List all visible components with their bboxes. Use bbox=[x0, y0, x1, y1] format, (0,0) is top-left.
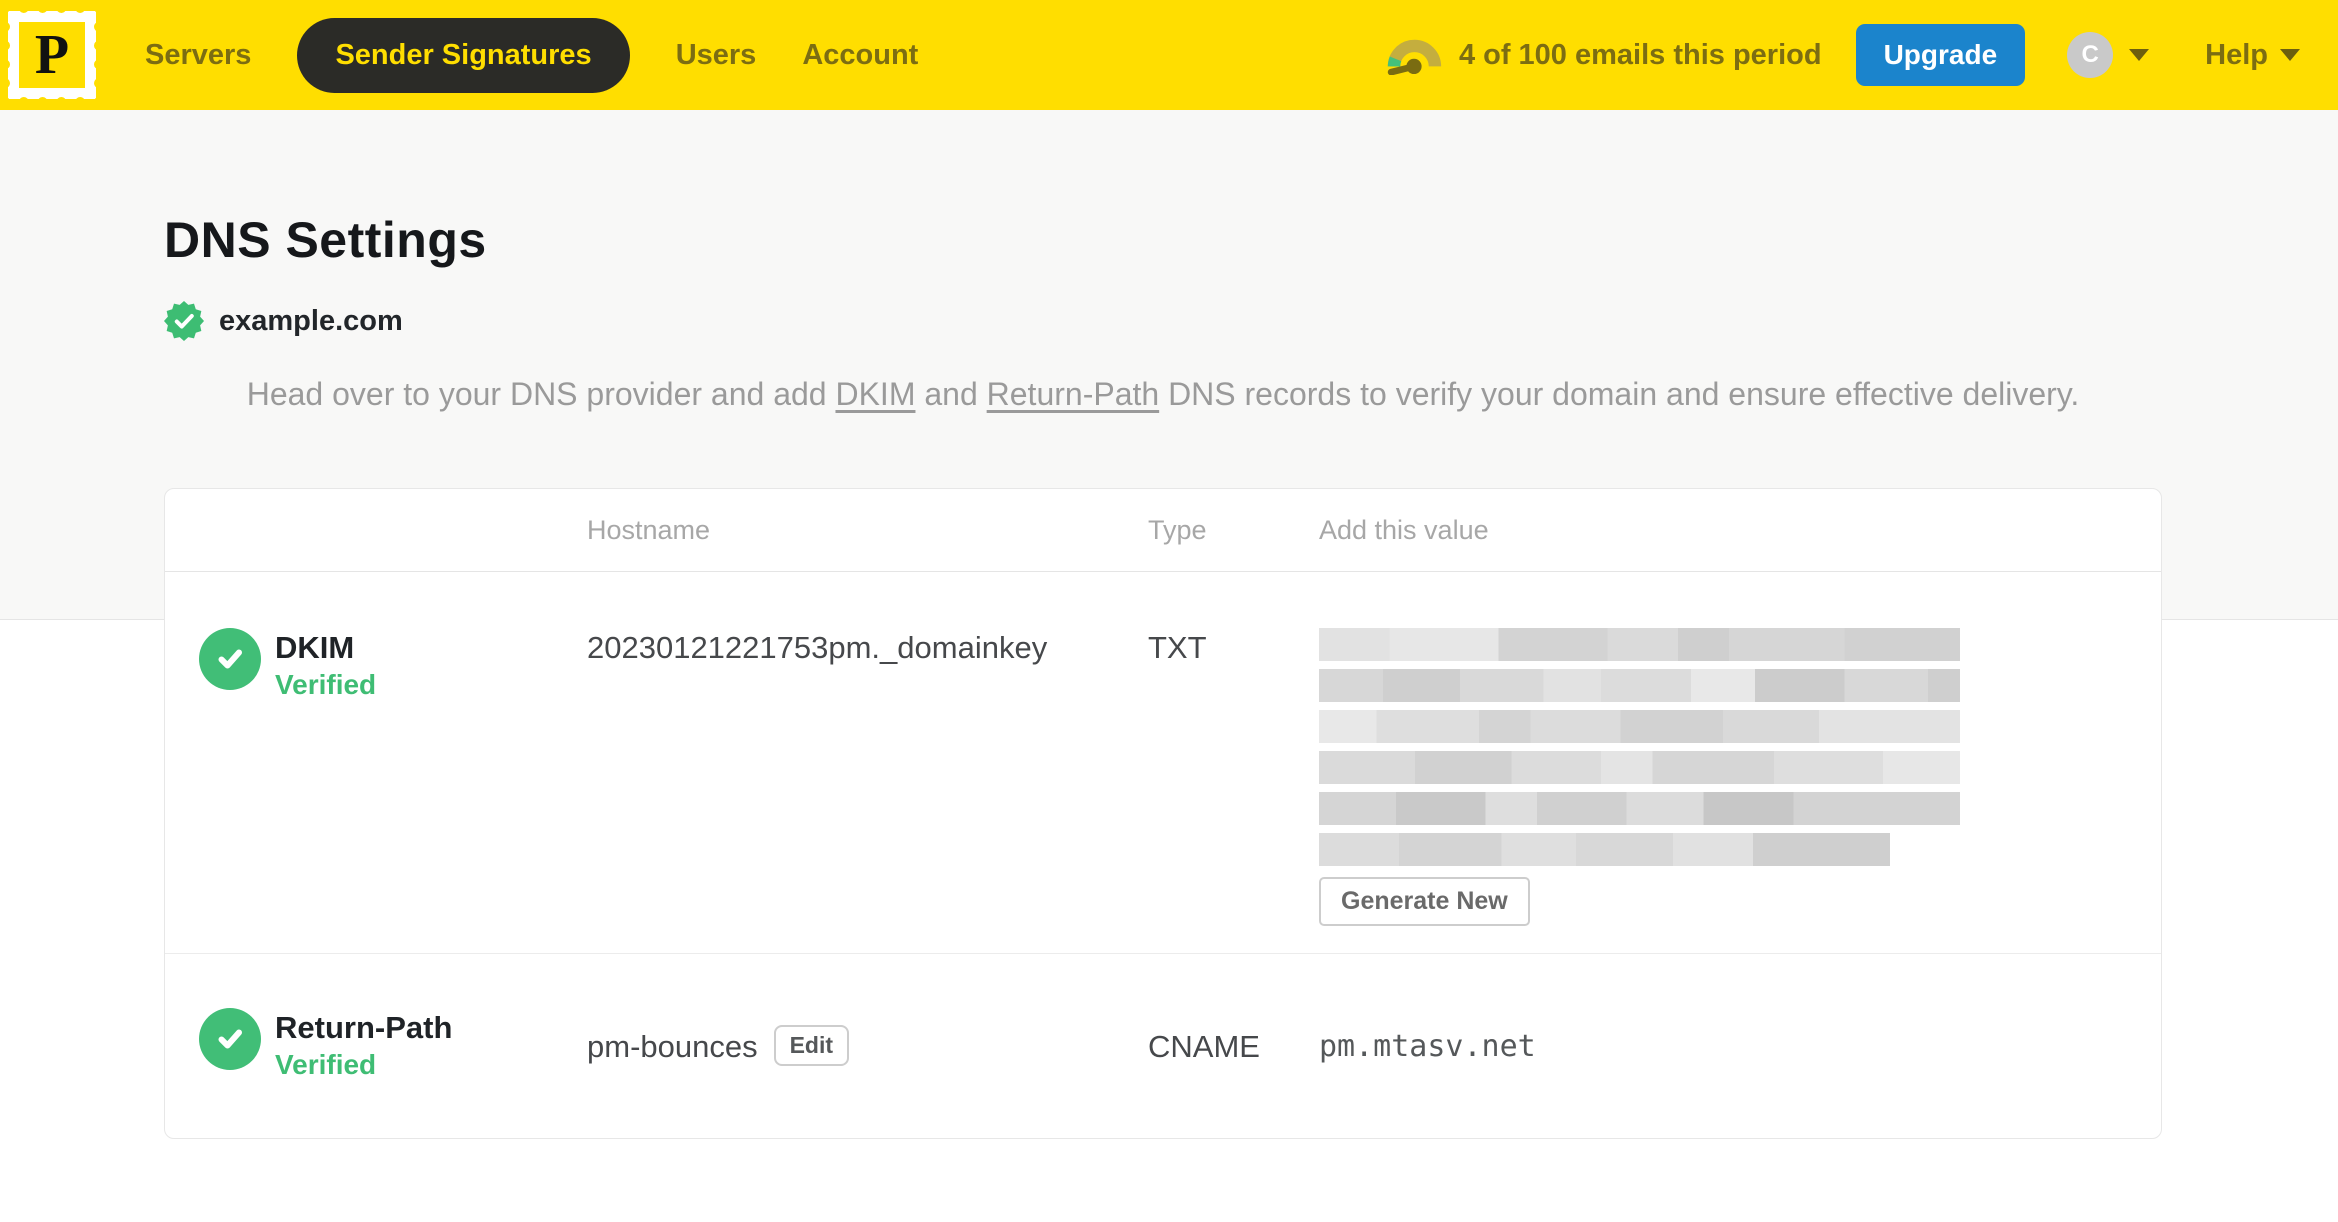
intro-part2: and bbox=[915, 376, 987, 412]
postmark-logo-letter: P bbox=[19, 22, 85, 88]
table-header-row: Hostname Type Add this value bbox=[165, 489, 2161, 572]
redacted-value-bar bbox=[1319, 751, 1960, 784]
verified-check-icon bbox=[199, 1008, 261, 1070]
nav-right-group: 4 of 100 emails this period Upgrade C He… bbox=[1385, 24, 2300, 86]
nav-item-sender-signatures[interactable]: Sender Signatures bbox=[297, 17, 630, 93]
avatar[interactable]: C bbox=[2067, 32, 2114, 78]
header-hostname: Hostname bbox=[587, 514, 711, 545]
verified-domain: example.com bbox=[164, 298, 2338, 344]
return-path-link[interactable]: Return-Path bbox=[987, 376, 1160, 412]
chevron-down-icon bbox=[2129, 49, 2150, 61]
redacted-value-bar bbox=[1319, 669, 1960, 702]
gauge-icon bbox=[1387, 39, 1442, 75]
domain-name: example.com bbox=[219, 304, 403, 337]
nav-item-users[interactable]: Users bbox=[676, 39, 757, 72]
table-row-return-path: Return-Path Verified pm-bounces Edit CNA… bbox=[165, 954, 2161, 1138]
verified-seal-icon bbox=[164, 301, 204, 341]
account-menu[interactable]: C bbox=[2067, 32, 2150, 78]
verified-check-icon bbox=[199, 628, 261, 690]
return-path-hostname: pm-bounces bbox=[587, 1028, 758, 1064]
record-name: DKIM bbox=[275, 630, 355, 665]
help-label: Help bbox=[2205, 38, 2268, 71]
help-menu[interactable]: Help bbox=[2205, 39, 2300, 72]
usage-text: 4 of 100 emails this period bbox=[1458, 38, 1822, 71]
upgrade-button[interactable]: Upgrade bbox=[1855, 24, 2026, 86]
intro-part1: Head over to your DNS provider and add bbox=[246, 376, 836, 412]
postmark-logo[interactable]: P bbox=[0, 3, 104, 107]
return-path-type: CNAME bbox=[1148, 1029, 1260, 1064]
usage-meter: 4 of 100 emails this period bbox=[1385, 35, 1822, 75]
dns-records-table: Hostname Type Add this value DKIM Verifi… bbox=[164, 488, 2162, 1139]
intro-part3: DNS records to verify your domain and en… bbox=[1159, 376, 2080, 412]
page-title: DNS Settings bbox=[164, 212, 487, 268]
nav-item-servers[interactable]: Servers bbox=[145, 39, 251, 72]
redacted-value-bar bbox=[1319, 792, 1960, 825]
main-area: DNS Settings example.com Head over to yo… bbox=[0, 110, 2338, 1222]
return-path-status-cell: Return-Path Verified bbox=[165, 1008, 587, 1084]
intro-text: Head over to your DNS provider and add D… bbox=[164, 370, 2162, 418]
dkim-link[interactable]: DKIM bbox=[835, 376, 915, 412]
redacted-value-bar bbox=[1319, 833, 1890, 866]
status-badge: Verified bbox=[275, 1049, 377, 1080]
chevron-down-icon bbox=[2280, 49, 2300, 61]
top-nav: P Servers Sender Signatures Users Accoun… bbox=[0, 0, 2338, 110]
dkim-value-cell: Generate New bbox=[1319, 572, 2161, 953]
header-type: Type bbox=[1148, 514, 1207, 545]
return-path-hostname-cell: pm-bounces Edit bbox=[587, 1024, 1148, 1066]
status-badge: Verified bbox=[275, 669, 377, 700]
record-name: Return-Path bbox=[275, 1010, 453, 1045]
generate-new-button[interactable]: Generate New bbox=[1319, 877, 1530, 926]
dkim-status-cell: DKIM Verified bbox=[165, 572, 587, 953]
nav-item-account[interactable]: Account bbox=[802, 39, 918, 72]
header-add-this-value: Add this value bbox=[1319, 514, 1489, 545]
dkim-hostname: 20230121221753pm._domainkey bbox=[587, 630, 1048, 665]
edit-button[interactable]: Edit bbox=[773, 1024, 850, 1066]
table-row-dkim: DKIM Verified 20230121221753pm._domainke… bbox=[165, 572, 2161, 954]
dkim-type: TXT bbox=[1148, 630, 1207, 665]
return-path-value: pm.mtasv.net bbox=[1319, 1028, 1536, 1064]
redacted-value-bar bbox=[1319, 628, 1960, 661]
redacted-value-bar bbox=[1319, 710, 1960, 743]
